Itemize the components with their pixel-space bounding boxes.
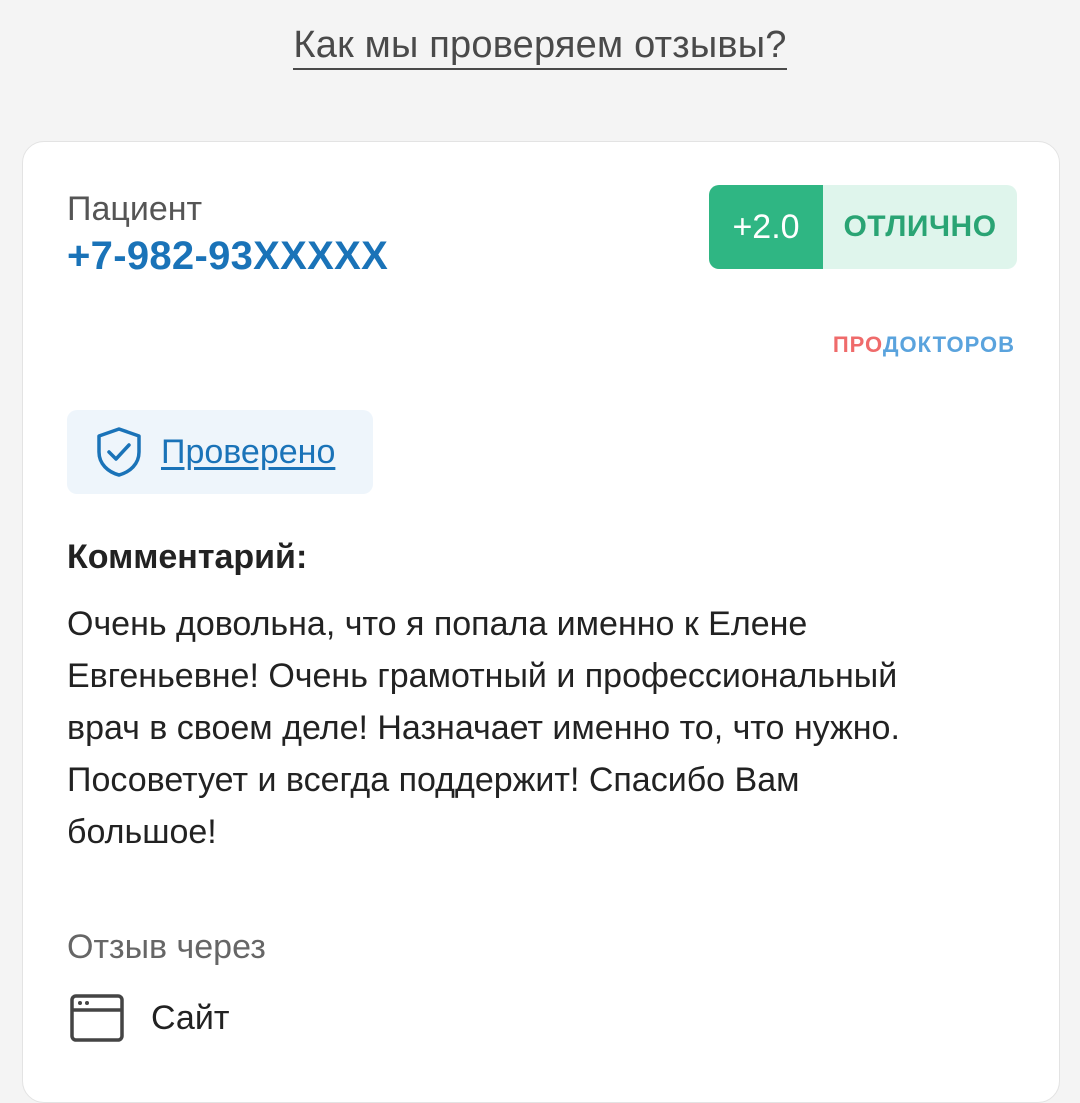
brand-part-1: ПРО [832,332,883,357]
source-label: Сайт [151,998,230,1037]
comment-line: Очень довольна, что я попала именно к Ел… [67,605,808,643]
rating-score: +2.0 [709,185,823,269]
verified-badge[interactable]: Проверено [67,410,373,494]
review-card: Пациент +7-982-93XXXXX +2.0 ОТЛИЧНО ПРОД… [22,141,1060,1103]
prodoctorov-logo: ПРОДОКТОРОВ [833,332,1015,358]
browser-window-icon [67,992,127,1044]
rating-badge: +2.0 ОТЛИЧНО [709,185,1017,269]
comment-title: Комментарий: [67,538,308,576]
comment-line: Посоветует и всегда поддержит! Спасибо В… [67,761,800,799]
header: Как мы проверяем отзывы? [0,24,1080,70]
comment-text: Очень довольна, что я попала именно к Ел… [67,598,1007,858]
review-source: Сайт [67,992,229,1044]
comment-line: большое! [67,813,217,851]
how-we-check-reviews-link[interactable]: Как мы проверяем отзывы? [293,24,787,70]
comment-line: врач в своем деле! Назначает именно то, … [67,709,900,747]
rating-word: ОТЛИЧНО [823,185,1017,269]
comment-line: Евгеньевне! Очень грамотный и профессион… [67,657,898,695]
author-phone: +7-982-93XXXXX [67,234,389,278]
author-label: Пациент [67,190,203,228]
verified-link[interactable]: Проверено [161,433,335,472]
brand-part-2: ДОКТОРОВ [882,332,1015,357]
review-via-label: Отзыв через [67,928,266,966]
shield-check-icon [93,426,145,478]
